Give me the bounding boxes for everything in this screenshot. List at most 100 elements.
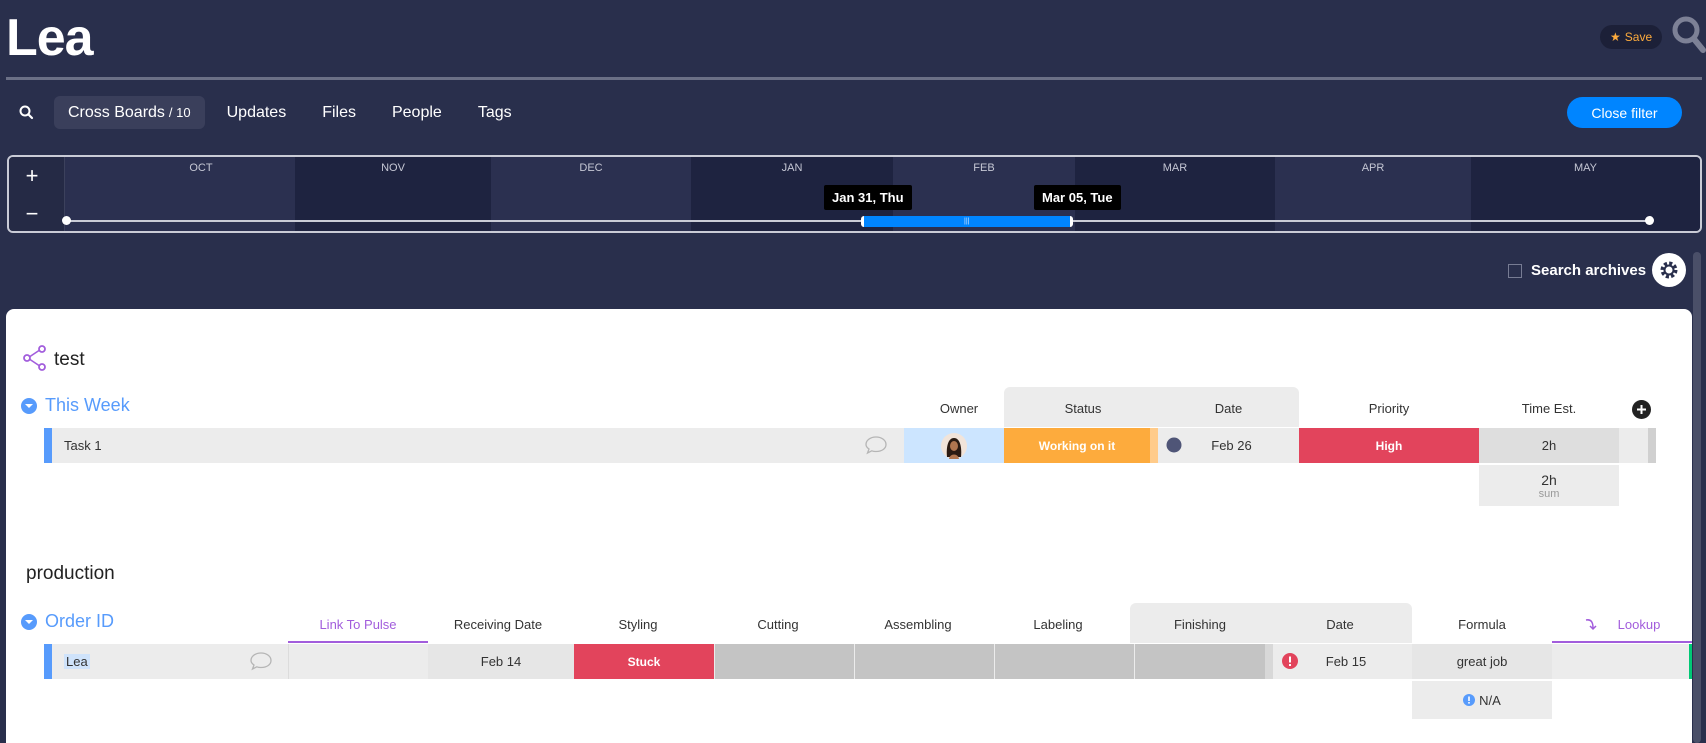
page-title: Lea [6,9,94,67]
tab-label: Updates [226,103,287,121]
column-header-owner[interactable]: Owner [910,397,1008,419]
chat-bubble-icon[interactable] [864,435,888,455]
summary-value: 2h [1541,471,1557,488]
save-button[interactable]: ★ Save [1600,25,1663,49]
zoom-in-button[interactable]: + [9,157,55,195]
tab-count: / 10 [168,105,191,120]
finishing-cell[interactable] [1135,644,1265,679]
column-header-styling[interactable]: Styling [568,613,708,635]
link-to-pulse-cell[interactable] [288,644,428,679]
group-title-label: This Week [45,395,130,415]
column-header-labeling[interactable]: Labeling [988,613,1128,635]
share-icon [23,345,46,371]
add-column-icon[interactable] [1632,400,1651,419]
close-filter-button[interactable]: Close filter [1567,97,1682,128]
tab-label: Files [322,103,356,121]
owner-cell[interactable] [904,428,1004,463]
tab-search-icon[interactable] [14,100,40,126]
chevron-down-icon[interactable] [21,613,37,630]
column-header-formula[interactable]: Formula [1412,613,1552,635]
board-title-test[interactable]: test [54,349,85,371]
month-label: APR [1361,162,1385,174]
time-est-cell[interactable]: 2h [1479,428,1619,463]
month-label: OCT [189,162,213,174]
column-header-lookup[interactable]: Lookup [1552,613,1692,635]
column-header-time-est[interactable]: Time Est. [1479,397,1619,419]
column-header-priority[interactable]: Priority [1299,397,1479,419]
timeline-range-handle[interactable]: ||| [861,216,1073,227]
formula-summary: N/A [1412,681,1552,719]
row-color-flag [44,428,52,463]
group-this-week[interactable]: This Week [21,395,130,416]
lookup-cell[interactable] [1552,644,1692,679]
lookup-column-underline [1552,641,1692,643]
search-archives: Search archives [1508,262,1646,279]
month-label: NOV [381,162,405,174]
filter-tabs: Cross Boards / 10 Updates Files People T… [14,96,534,129]
search-icon[interactable] [1670,14,1706,54]
assembling-cell[interactable] [855,644,994,679]
tab-people[interactable]: People [378,96,456,129]
column-header-link-to-pulse[interactable]: Link To Pulse [288,613,428,635]
group-title-label: Order ID [45,611,115,631]
month-label: MAY [1573,162,1598,174]
labeling-cell[interactable] [995,644,1134,679]
column-header-date[interactable]: Date [1270,613,1410,635]
cutting-cell[interactable] [715,644,854,679]
column-header-receiving-date[interactable]: Receiving Date [428,613,568,635]
tab-cross-boards[interactable]: Cross Boards / 10 [54,96,205,129]
timeline-start-dot[interactable] [62,216,71,225]
row-end-flag [1689,644,1692,679]
link-column-underline [288,641,428,643]
info-icon [1463,694,1476,706]
row-end [1648,428,1656,463]
column-header-date[interactable]: Date [1158,397,1299,419]
group-order-id[interactable]: Order ID [21,611,114,632]
summary-value: N/A [1479,692,1501,708]
row-color-flag [44,644,52,679]
receiving-date-cell[interactable]: Feb 14 [428,644,574,679]
chevron-down-icon[interactable] [21,397,37,414]
tab-updates[interactable]: Updates [213,96,301,129]
timeline-slider: OCT NOV DEC JAN FEB MAR APR MAY + − ||| … [7,155,1702,233]
column-header-cutting[interactable]: Cutting [708,613,848,635]
date-status-dot-icon [1166,437,1182,453]
range-end-tooltip: Mar 05, Tue [1034,185,1121,210]
date-value: Feb 26 [1211,438,1252,453]
item-name[interactable]: Lea [64,644,90,679]
tab-tags[interactable]: Tags [464,96,526,129]
zoom-out-button[interactable]: − [9,195,55,231]
column-header-assembling[interactable]: Assembling [848,613,988,635]
date-cell[interactable]: Feb 15 [1274,644,1412,679]
styling-cell[interactable]: Stuck [574,644,714,679]
chat-bubble-icon[interactable] [249,651,273,671]
date-value: Feb 15 [1325,654,1367,669]
tab-label: People [391,103,442,121]
date-cell[interactable]: Feb 26 [1158,428,1299,463]
month-label: FEB [973,162,995,174]
tab-label: Tags [477,103,512,121]
lookup-label: Lookup [1617,616,1661,632]
page-scrollbar[interactable] [1693,252,1701,743]
star-icon: ★ [1610,30,1621,44]
timeline-track[interactable] [65,220,1651,222]
results-panel: test This Week Owner Status Date Priorit… [6,309,1692,743]
timeline-end-dot[interactable] [1645,216,1654,225]
item-name-text[interactable]: Lea [64,654,90,669]
search-archives-checkbox[interactable] [1508,263,1522,278]
finishing-edge [1265,644,1273,679]
board-title-production[interactable]: production [26,563,115,585]
month-label: MAR [1162,162,1188,174]
column-header-finishing[interactable]: Finishing [1130,613,1270,635]
tab-files[interactable]: Files [308,96,370,129]
lookup-icon [1585,619,1597,631]
column-header-status[interactable]: Status [1008,397,1158,419]
item-name[interactable]: Task 1 [64,428,102,463]
settings-gear-button[interactable] [1652,253,1686,287]
formula-cell[interactable]: great job [1412,644,1552,679]
summary-label: sum [1538,487,1560,500]
search-archives-label: Search archives [1531,262,1647,279]
priority-cell[interactable]: High [1299,428,1479,463]
status-edge [1150,428,1158,463]
status-cell[interactable]: Working on it [1004,428,1150,463]
